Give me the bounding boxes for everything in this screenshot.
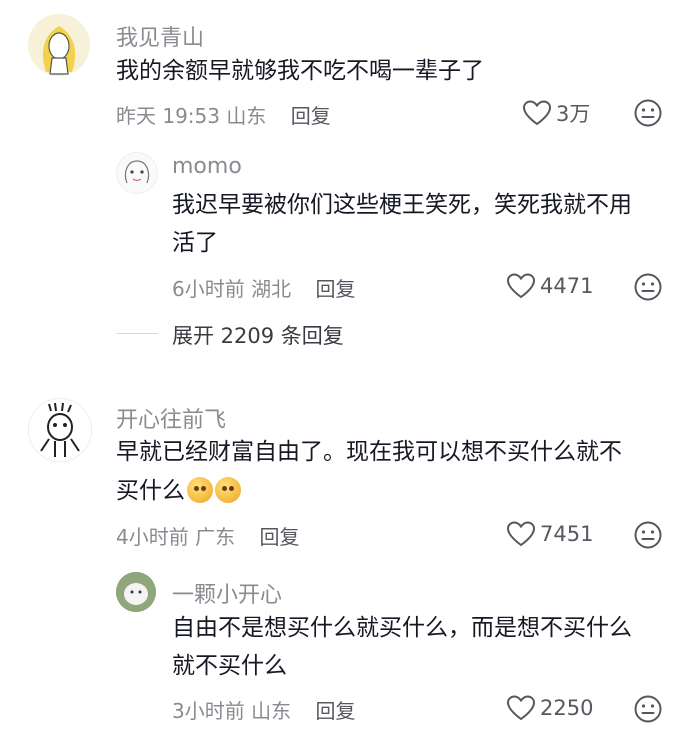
comment-meta: 昨天 19:53 山东 回复	[116, 100, 331, 129]
heart-icon	[506, 273, 536, 299]
avatar[interactable]	[28, 14, 90, 76]
comment-time: 4小时前	[116, 525, 189, 549]
meh-face-icon	[634, 99, 662, 127]
comment-time: 昨天 19:53	[116, 104, 220, 128]
heart-icon	[522, 100, 552, 126]
reply-time: 3小时前	[172, 699, 245, 723]
like-count: 3万	[556, 102, 591, 126]
heart-icon	[506, 521, 536, 547]
dislike-button[interactable]	[633, 520, 663, 550]
comment-username[interactable]: 我见青山	[116, 20, 204, 52]
like-count: 7451	[540, 522, 594, 546]
reply-button[interactable]: 回复	[315, 277, 355, 301]
comment-username[interactable]: 开心往前飞	[116, 402, 226, 434]
coin-face-emoji-icon	[187, 477, 213, 503]
sketch-avatar-icon	[124, 160, 150, 184]
reply-button[interactable]: 回复	[259, 525, 299, 549]
reply-text-line: 活了	[172, 230, 218, 256]
meh-face-icon	[634, 273, 662, 301]
comment-text-line: 早就已经财富自由了。现在我可以想不买什么就不	[116, 439, 622, 465]
like-count: 2250	[540, 696, 594, 720]
reply-time: 6小时前	[172, 277, 245, 301]
reply-text-line: 就不买什么	[172, 653, 287, 679]
dislike-button[interactable]	[633, 694, 663, 724]
photo-avatar-icon	[116, 572, 156, 612]
coin-face-emoji-icon	[215, 477, 241, 503]
cartoon-avatar-icon	[42, 26, 76, 75]
reply-username[interactable]: momo	[172, 154, 242, 179]
meh-face-icon	[634, 695, 662, 723]
meh-face-icon	[634, 521, 662, 549]
like-button[interactable]: 4471	[506, 272, 593, 300]
like-button[interactable]: 7451	[506, 520, 593, 548]
like-button[interactable]: 2250	[506, 694, 593, 722]
reply-meta: 6小时前 湖北 回复	[172, 273, 355, 302]
comment-meta: 4小时前 广东 回复	[116, 521, 299, 550]
expand-divider	[116, 333, 158, 334]
reply-button[interactable]: 回复	[315, 699, 355, 723]
reply-text-line: 我迟早要被你们这些梗王笑死，笑死我就不用	[172, 192, 632, 218]
comment-text-line: 买什么	[116, 472, 241, 510]
reply-username[interactable]: 一颗小开心	[172, 577, 282, 609]
reply-meta: 3小时前 山东 回复	[172, 695, 355, 724]
comment-location: 广东	[195, 525, 236, 549]
dislike-button[interactable]	[633, 272, 663, 302]
heart-icon	[506, 695, 536, 721]
comment-text: 我的余额早就够我不吃不喝一辈子了	[116, 58, 484, 84]
reply-location: 山东	[251, 699, 292, 723]
avatar[interactable]	[28, 398, 92, 462]
dislike-button[interactable]	[633, 98, 663, 128]
like-button[interactable]: 3万	[522, 98, 590, 128]
reply-location: 湖北	[251, 277, 292, 301]
comment-text-tail: 买什么	[116, 478, 185, 504]
doodle-avatar-icon	[40, 402, 80, 457]
like-count: 4471	[540, 274, 594, 298]
avatar[interactable]	[116, 152, 158, 194]
comment-location: 山东	[226, 104, 267, 128]
reply-button[interactable]: 回复	[291, 104, 331, 128]
reply-text-line: 自由不是想买什么就买什么，而是想不买什么	[172, 615, 632, 641]
expand-replies-button[interactable]: 展开 2209 条回复	[172, 320, 344, 350]
avatar[interactable]	[116, 572, 156, 612]
